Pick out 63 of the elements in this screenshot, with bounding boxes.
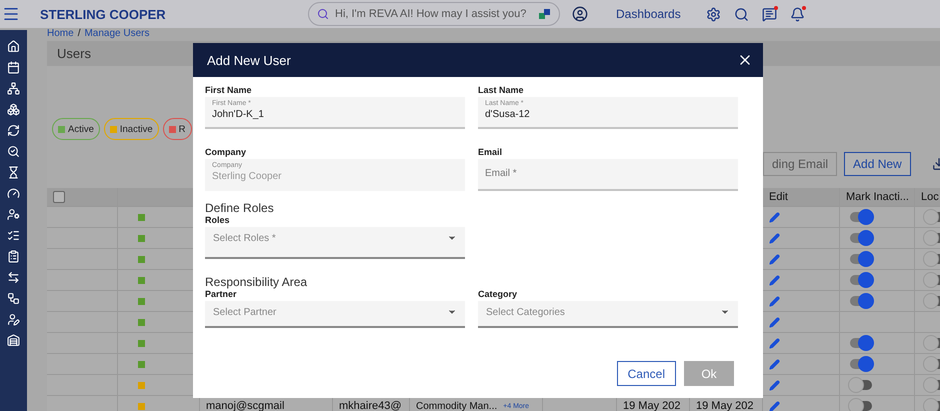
- chat-icon[interactable]: [762, 6, 777, 22]
- search-icon: [317, 8, 329, 20]
- edit-icon[interactable]: [769, 358, 780, 370]
- field-label: Category: [478, 289, 518, 301]
- dashboards-link[interactable]: Dashboards: [616, 7, 681, 21]
- calendar-icon[interactable]: [7, 61, 20, 74]
- add-new-button[interactable]: Add New: [844, 152, 911, 176]
- section-heading: Define Roles: [205, 201, 275, 215]
- dropdown-field[interactable]: Select Categories: [478, 301, 738, 328]
- breadcrumb-separator: /: [78, 28, 80, 39]
- hourglass-icon[interactable]: [7, 166, 20, 179]
- field-label: First Name: [205, 85, 253, 97]
- brand-name: STERLING COOPER: [40, 6, 167, 22]
- assistant-logo-icon: [539, 8, 551, 20]
- column-header: Loc: [915, 188, 940, 206]
- breadcrumb-link[interactable]: Manage Users: [84, 28, 150, 39]
- edit-icon[interactable]: [769, 400, 780, 411]
- assistant-avatar-icon[interactable]: [572, 6, 588, 22]
- cancel-button[interactable]: Cancel: [616, 361, 676, 386]
- status-filter-chip[interactable]: Active: [52, 118, 100, 140]
- email-button[interactable]: ding Email: [763, 152, 838, 176]
- edit-icon[interactable]: [769, 254, 780, 264]
- hierarchy-icon[interactable]: [7, 82, 20, 95]
- field-label: Roles: [205, 215, 231, 227]
- swap-icon[interactable]: [7, 271, 20, 284]
- section-heading: Responsibility Area: [205, 275, 308, 289]
- edit-icon[interactable]: [769, 316, 780, 328]
- field-label: Last Name: [478, 85, 525, 97]
- field-label: Company: [205, 147, 248, 159]
- edit-icon[interactable]: [769, 338, 780, 348]
- column-header: Mark Inacti...: [840, 188, 915, 206]
- workflow-icon[interactable]: [7, 292, 20, 305]
- select-all-checkbox[interactable]: [53, 191, 65, 203]
- settings-icon[interactable]: [706, 6, 721, 22]
- status-filter-chip[interactable]: R: [162, 118, 192, 140]
- edit-icon[interactable]: [769, 274, 780, 286]
- edit-icon[interactable]: [769, 296, 780, 306]
- status-filter-chip[interactable]: Inactive: [104, 118, 159, 140]
- home-icon[interactable]: [7, 40, 20, 53]
- dropdown-field[interactable]: Select Partner: [205, 301, 465, 328]
- refresh-icon[interactable]: [7, 124, 20, 137]
- gauge-icon[interactable]: [7, 187, 20, 200]
- field-label: Partner: [205, 289, 238, 301]
- input-field[interactable]: Email *: [478, 159, 738, 191]
- search-icon[interactable]: [734, 6, 749, 22]
- role-text: Commodity Man...: [416, 400, 498, 411]
- clipboard-icon[interactable]: [7, 250, 20, 263]
- roles-select[interactable]: Select Roles *: [205, 227, 465, 259]
- breadcrumb-link[interactable]: Home: [47, 28, 74, 39]
- search-field[interactable]: Hi, I'm REVA AI! How may I assist you?: [308, 2, 560, 26]
- warehouse-icon[interactable]: [7, 334, 20, 347]
- edit-icon[interactable]: [769, 212, 780, 222]
- checklist-icon[interactable]: [7, 229, 20, 242]
- boxes-icon[interactable]: [7, 103, 20, 116]
- edit-icon[interactable]: [769, 380, 780, 390]
- card-title: Users: [57, 46, 91, 61]
- edit-icon[interactable]: [769, 232, 780, 244]
- user-settings-icon[interactable]: [7, 208, 20, 221]
- menu-icon[interactable]: [2, 5, 20, 23]
- user-edit-icon[interactable]: [7, 313, 20, 326]
- dialog-title: Add New User: [207, 52, 291, 68]
- bell-icon[interactable]: [790, 6, 805, 22]
- field-label: Email: [478, 147, 504, 159]
